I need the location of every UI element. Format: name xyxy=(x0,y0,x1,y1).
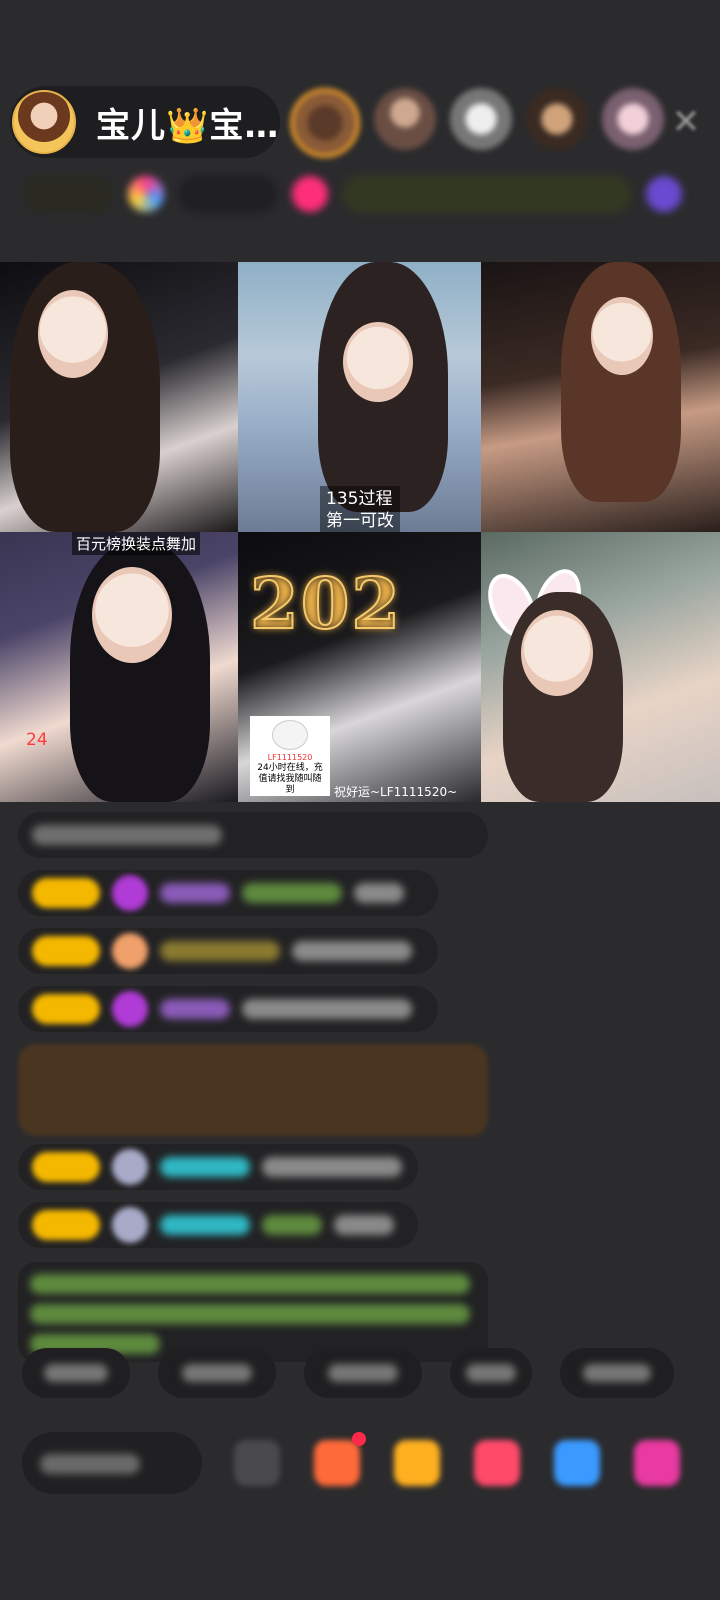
quick-reply-chip[interactable] xyxy=(450,1348,532,1398)
note-line: 到 xyxy=(285,785,295,795)
chat-message[interactable] xyxy=(18,928,438,974)
chat-text xyxy=(242,999,412,1019)
multi-guest-grid: 135过程 第一可改 百元榜换装点舞加 24 202 LF1111520 24小… xyxy=(0,262,720,802)
guest-video-6[interactable] xyxy=(481,532,720,802)
chat-text xyxy=(334,1215,394,1235)
quick-reply-row[interactable] xyxy=(22,1348,674,1398)
chat-message[interactable] xyxy=(18,986,438,1032)
guest-video-4-label: 百元榜换装点舞加 xyxy=(72,532,201,555)
quick-reply-chip[interactable] xyxy=(560,1348,674,1398)
vip-chat-message[interactable] xyxy=(18,1044,488,1136)
heart-gift-icon[interactable] xyxy=(474,1440,520,1486)
system-notice xyxy=(18,1262,488,1362)
chat-message[interactable] xyxy=(18,812,488,858)
guest-video-1[interactable] xyxy=(0,262,238,532)
lights-text: 202 xyxy=(249,561,403,646)
chat-text xyxy=(262,1215,322,1235)
chat-message[interactable] xyxy=(18,1202,418,1248)
notice-text xyxy=(30,1274,470,1294)
chat-username[interactable] xyxy=(160,941,280,961)
chat-message[interactable] xyxy=(18,870,438,916)
top-viewers[interactable] xyxy=(290,88,664,158)
host-name: 宝儿👑宝… xyxy=(96,105,280,146)
fan-heart-icon xyxy=(112,933,148,969)
rank-chip[interactable] xyxy=(178,175,278,213)
notice-banner[interactable] xyxy=(342,175,632,213)
viewer-avatar[interactable] xyxy=(450,88,512,150)
rank-row[interactable] xyxy=(24,172,696,216)
viewer-avatar[interactable] xyxy=(602,88,664,150)
contact-note-card: LF1111520 24小时在线，充 值请找我随叫随 到 xyxy=(250,716,330,796)
viewer-avatar[interactable] xyxy=(374,88,436,150)
note-id: LF1111520 xyxy=(267,753,313,762)
level-badge xyxy=(32,878,100,908)
emoji-icon[interactable] xyxy=(234,1440,280,1486)
gift-icon[interactable] xyxy=(292,176,328,212)
more-icon[interactable] xyxy=(634,1440,680,1486)
chat-text xyxy=(292,941,412,961)
host-avatar[interactable] xyxy=(12,90,76,154)
fan-heart-icon xyxy=(112,1207,148,1243)
level-badge xyxy=(32,1210,100,1240)
quick-reply-chip[interactable] xyxy=(158,1348,276,1398)
chat-text xyxy=(242,883,342,903)
level-badge xyxy=(32,994,100,1024)
host-info[interactable]: 宝儿👑宝… xyxy=(10,86,280,158)
guest-video-2[interactable]: 135过程 第一可改 xyxy=(238,262,481,532)
chat-username[interactable] xyxy=(160,1157,250,1177)
cat-icon xyxy=(272,720,308,750)
guest-video-2-label: 135过程 第一可改 xyxy=(320,486,400,532)
gift-box-icon[interactable] xyxy=(314,1440,360,1486)
chat-message[interactable] xyxy=(18,1144,418,1190)
viewer-avatar[interactable] xyxy=(290,88,360,158)
note-line: 24小时在线，充 xyxy=(257,763,323,773)
guest-video-4[interactable]: 百元榜换装点舞加 24 xyxy=(0,532,238,802)
chat-text xyxy=(262,1157,402,1177)
fan-heart-icon xyxy=(112,875,148,911)
level-badge xyxy=(32,1152,100,1182)
rank-icon xyxy=(128,176,164,212)
treasure-icon[interactable] xyxy=(394,1440,440,1486)
guest-video-5[interactable]: 202 LF1111520 24小时在线，充 值请找我随叫随 到 祝好运~LF1… xyxy=(238,532,481,802)
notification-dot xyxy=(352,1432,366,1446)
fan-heart-icon xyxy=(112,1149,148,1185)
seat-number: 24 xyxy=(26,730,48,750)
chat-username[interactable] xyxy=(160,883,230,903)
chat-text xyxy=(32,825,222,845)
label-line: 第一可改 xyxy=(326,511,394,531)
bottom-toolbar xyxy=(22,1432,700,1502)
fan-heart-icon xyxy=(112,991,148,1027)
quick-reply-chip[interactable] xyxy=(304,1348,422,1398)
close-icon[interactable]: ✕ xyxy=(668,104,704,140)
guest-video-5-label: 祝好运~LF1111520~ xyxy=(334,785,458,799)
level-badge xyxy=(32,936,100,966)
viewer-avatar[interactable] xyxy=(526,88,588,150)
label-line: 135过程 xyxy=(326,489,393,509)
chat-input[interactable] xyxy=(22,1432,202,1494)
activity-icon[interactable] xyxy=(646,176,682,212)
quick-reply-chip[interactable] xyxy=(22,1348,130,1398)
notice-text xyxy=(30,1304,470,1324)
game-icon[interactable] xyxy=(554,1440,600,1486)
note-line: 值请找我随叫随 xyxy=(258,774,322,784)
rank-chip[interactable] xyxy=(24,175,114,213)
guest-video-3[interactable] xyxy=(481,262,720,532)
chat-username[interactable] xyxy=(160,999,230,1019)
chat-username[interactable] xyxy=(160,1215,250,1235)
chat-text xyxy=(354,883,404,903)
